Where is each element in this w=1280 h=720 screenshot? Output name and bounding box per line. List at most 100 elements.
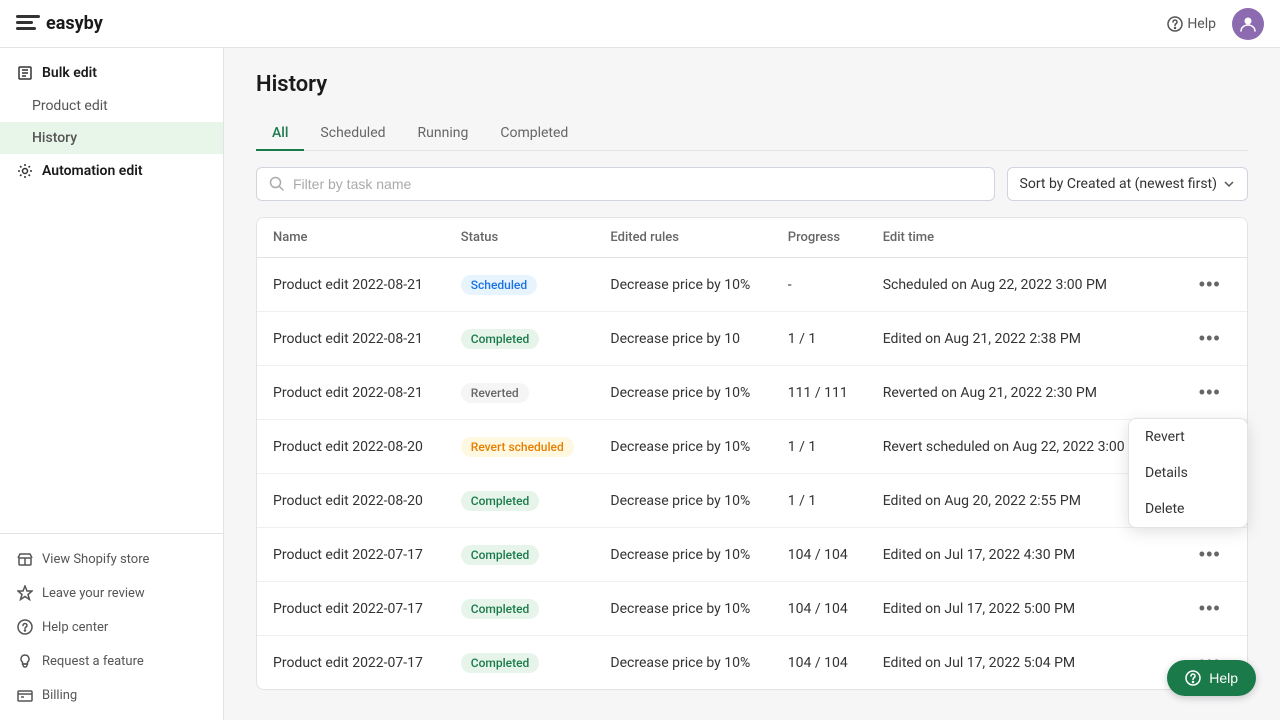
cell-status: Completed (445, 528, 595, 582)
cell-actions: ••• (1175, 312, 1247, 366)
tab-scheduled[interactable]: Scheduled (304, 117, 401, 151)
search-input[interactable] (293, 176, 982, 192)
sort-select[interactable]: Sort by Created at (newest first) (1007, 167, 1248, 201)
cell-status: Completed (445, 474, 595, 528)
help-circle-icon (16, 618, 34, 636)
cell-name: Product edit 2022-08-21 (257, 258, 445, 312)
sidebar-item-history[interactable]: History (0, 122, 223, 154)
sort-label: Sort by Created at (newest first) (1020, 176, 1217, 192)
help-circle-icon (1167, 16, 1183, 32)
status-badge: Reverted (461, 383, 529, 403)
cell-edited-rules: Decrease price by 10% (594, 582, 771, 636)
sidebar-item-leave-review[interactable]: Leave your review (0, 576, 223, 610)
col-edited-rules: Edited rules (594, 218, 771, 258)
cell-edit-time: Reverted on Aug 21, 2022 2:30 PM (867, 366, 1175, 420)
cell-name: Product edit 2022-08-20 (257, 474, 445, 528)
col-actions (1175, 218, 1247, 258)
table-row: Product edit 2022-07-17 Completed Decrea… (257, 582, 1247, 636)
table-row: Product edit 2022-07-17 Completed Decrea… (257, 636, 1247, 690)
dropdown-item-details[interactable]: Details (1129, 455, 1247, 491)
row-action-button[interactable]: ••• (1191, 378, 1229, 407)
cell-edited-rules: Decrease price by 10% (594, 528, 771, 582)
cell-progress: 1 / 1 (772, 474, 867, 528)
help-link[interactable]: Help (1167, 16, 1216, 32)
cell-status: Revert scheduled (445, 420, 595, 474)
sidebar-item-view-shopify[interactable]: View Shopify store (0, 542, 223, 576)
sidebar-item-label: Product edit (32, 98, 108, 114)
dropdown-item-revert[interactable]: Revert (1129, 419, 1247, 455)
billing-icon (16, 686, 34, 704)
main-content: History All Scheduled Running Completed … (224, 48, 1280, 720)
sidebar-item-billing[interactable]: Billing (0, 678, 223, 712)
search-box[interactable] (256, 167, 995, 201)
status-badge: Completed (461, 329, 540, 349)
history-table: Name Status Edited rules Progress Edit t… (256, 217, 1248, 690)
help-fab-button[interactable]: Help (1167, 660, 1256, 696)
tab-all[interactable]: All (256, 117, 304, 151)
toolbar: Sort by Created at (newest first) (256, 167, 1248, 201)
row-action-button[interactable]: ••• (1191, 324, 1229, 353)
edit-icon (16, 64, 34, 82)
cell-progress: 1 / 1 (772, 420, 867, 474)
help-label: Help (1187, 16, 1216, 32)
cell-status: Completed (445, 312, 595, 366)
star-icon (16, 584, 34, 602)
cell-edited-rules: Decrease price by 10% (594, 366, 771, 420)
row-action-button[interactable]: ••• (1191, 594, 1229, 623)
row-action-button[interactable]: ••• (1191, 270, 1229, 299)
cell-progress: 104 / 104 (772, 636, 867, 690)
table-body: Product edit 2022-08-21 Scheduled Decrea… (257, 258, 1247, 690)
app-logo[interactable]: easyby (16, 13, 103, 34)
status-badge: Completed (461, 599, 540, 619)
lightbulb-icon (16, 652, 34, 670)
cell-name: Product edit 2022-07-17 (257, 582, 445, 636)
cell-progress: 1 / 1 (772, 312, 867, 366)
sidebar-item-request-feature[interactable]: Request a feature (0, 644, 223, 678)
cell-edit-time: Scheduled on Aug 22, 2022 3:00 PM (867, 258, 1175, 312)
cell-edited-rules: Decrease price by 10% (594, 258, 771, 312)
table-row: Product edit 2022-08-21 Scheduled Decrea… (257, 258, 1247, 312)
avatar[interactable] (1232, 8, 1264, 40)
sidebar-bottom: View Shopify store Leave your review (0, 533, 223, 720)
sidebar-item-label: Billing (42, 688, 77, 703)
sidebar-item-label: Request a feature (42, 654, 144, 669)
tab-running[interactable]: Running (402, 117, 485, 151)
sidebar-item-label: Help center (42, 620, 108, 635)
help-fab-icon (1185, 670, 1201, 686)
sidebar-item-product-edit[interactable]: Product edit (0, 90, 223, 122)
status-badge: Revert scheduled (461, 437, 574, 457)
cell-progress: 104 / 104 (772, 528, 867, 582)
sidebar-item-bulk-edit[interactable]: Bulk edit (0, 56, 223, 90)
status-badge: Completed (461, 491, 540, 511)
cell-name: Product edit 2022-08-21 (257, 366, 445, 420)
cell-edited-rules: Decrease price by 10 (594, 312, 771, 366)
table: Name Status Edited rules Progress Edit t… (257, 218, 1247, 689)
cell-edit-time: Edited on Aug 21, 2022 2:38 PM (867, 312, 1175, 366)
chevron-down-icon (1223, 178, 1235, 190)
table-row: Product edit 2022-07-17 Completed Decrea… (257, 528, 1247, 582)
sidebar-item-automation-edit[interactable]: Automation edit (0, 154, 223, 188)
cell-progress: - (772, 258, 867, 312)
row-action-button[interactable]: ••• (1191, 540, 1229, 569)
dropdown-menu: Revert Details Delete (1128, 418, 1248, 528)
topbar: easyby Help (0, 0, 1280, 48)
cell-progress: 104 / 104 (772, 582, 867, 636)
layout: Bulk edit Product edit History Automatio… (0, 48, 1280, 720)
sidebar-nav: Bulk edit Product edit History Automatio… (0, 48, 223, 533)
cell-name: Product edit 2022-07-17 (257, 636, 445, 690)
cell-edited-rules: Decrease price by 10% (594, 474, 771, 528)
sidebar-item-label: Automation edit (42, 163, 143, 179)
dropdown-item-delete[interactable]: Delete (1129, 491, 1247, 527)
col-name: Name (257, 218, 445, 258)
tab-completed[interactable]: Completed (484, 117, 584, 151)
topbar-left: easyby (16, 13, 103, 34)
tabs: All Scheduled Running Completed (256, 117, 1248, 151)
table-header-row: Name Status Edited rules Progress Edit t… (257, 218, 1247, 258)
page-title: History (256, 72, 1248, 97)
cell-status: Scheduled (445, 258, 595, 312)
sidebar-item-help-center[interactable]: Help center (0, 610, 223, 644)
cell-actions: ••• (1175, 366, 1247, 420)
cell-actions: ••• (1175, 528, 1247, 582)
status-badge: Scheduled (461, 275, 537, 295)
logo-icon (16, 15, 40, 33)
